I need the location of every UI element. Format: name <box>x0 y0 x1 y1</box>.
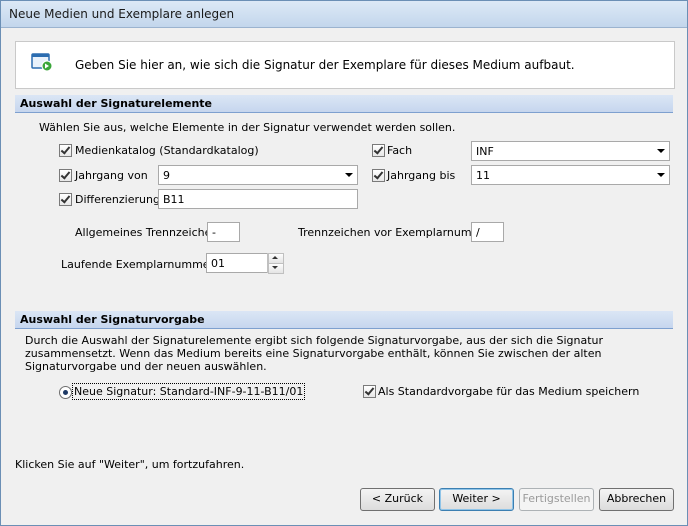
differenzierung-value: B11 <box>163 193 185 206</box>
trennzeichen-value: - <box>212 226 216 239</box>
jahrgang-bis-dropdown[interactable]: 11 <box>471 165 670 185</box>
cancel-button[interactable]: Abbrechen <box>599 488 674 511</box>
signaturvorgabe-description: Durch die Auswahl der Signaturelemente e… <box>25 334 604 373</box>
laufende-nummer-value: 01 <box>211 257 225 270</box>
laufende-nummer-input[interactable]: 01 <box>206 253 268 273</box>
laufende-nummer-spinner[interactable] <box>267 253 284 274</box>
jahrgang-bis-label: Jahrgang bis <box>387 169 456 182</box>
jahrgang-von-label: Jahrgang von <box>75 169 148 182</box>
section-title: Auswahl der Signaturvorgabe <box>20 313 205 326</box>
neue-signatur-label[interactable]: Neue Signatur: Standard-INF-9-11-B11/01 <box>71 383 306 400</box>
chevron-down-icon <box>657 149 665 153</box>
jahrgang-von-dropdown[interactable]: 9 <box>158 165 358 185</box>
instruction-text: Wählen Sie aus, welche Elemente in der S… <box>39 121 456 134</box>
neue-signatur-radio[interactable] <box>59 386 72 399</box>
standardvorgabe-checkbox[interactable] <box>363 385 376 398</box>
medienkatalog-label: Medienkatalog (Standardkatalog) <box>75 144 259 157</box>
jahrgang-von-value: 9 <box>163 169 170 182</box>
window-title: Neue Medien und Exemplare anlegen <box>9 7 235 21</box>
finish-button[interactable]: Fertigstellen <box>519 488 594 511</box>
jahrgang-bis-value: 11 <box>476 169 490 182</box>
trennzeichen-exemplar-input[interactable]: / <box>471 222 504 242</box>
chevron-down-icon <box>345 173 353 177</box>
section-title: Auswahl der Signaturelemente <box>20 97 212 110</box>
fach-value: INF <box>476 145 494 158</box>
trennzeichen-input[interactable]: - <box>207 222 240 242</box>
jahrgang-von-checkbox[interactable] <box>59 169 72 182</box>
info-text: Geben Sie hier an, wie sich die Signatur… <box>75 58 575 72</box>
jahrgang-bis-checkbox[interactable] <box>372 169 385 182</box>
next-button[interactable]: Weiter > <box>439 488 514 511</box>
trennzeichen-exemplar-value: / <box>476 226 480 239</box>
differenzierung-label: Differenzierung <box>75 193 160 206</box>
back-button[interactable]: < Zurück <box>360 488 435 511</box>
trennzeichen-label: Allgemeines Trennzeichen <box>75 226 219 239</box>
chevron-down-icon <box>657 173 665 177</box>
section-header-signaturelemente: Auswahl der Signaturelemente <box>15 95 673 113</box>
footer-hint: Klicken Sie auf "Weiter", um fortzufahre… <box>15 458 245 471</box>
laufende-nummer-label: Laufende Exemplarnummer <box>61 258 215 271</box>
fach-label: Fach <box>387 144 413 157</box>
title-bar: Neue Medien und Exemplare anlegen <box>1 1 687 28</box>
section-header-signaturvorgabe: Auswahl der Signaturvorgabe <box>15 311 673 329</box>
differenzierung-input[interactable]: B11 <box>158 189 358 209</box>
medienkatalog-checkbox[interactable] <box>59 144 72 157</box>
wizard-window: Neue Medien und Exemplare anlegen Geben … <box>0 0 688 526</box>
trennzeichen-exemplar-label: Trennzeichen vor Exemplarnummer <box>298 226 494 239</box>
info-panel: Geben Sie hier an, wie sich die Signatur… <box>15 41 675 89</box>
window-go-icon <box>31 52 53 72</box>
differenzierung-checkbox[interactable] <box>59 193 72 206</box>
fach-dropdown[interactable]: INF <box>471 141 670 161</box>
standardvorgabe-label: Als Standardvorgabe für das Medium speic… <box>378 385 640 398</box>
spin-down-icon[interactable] <box>268 263 284 274</box>
fach-checkbox[interactable] <box>372 144 385 157</box>
